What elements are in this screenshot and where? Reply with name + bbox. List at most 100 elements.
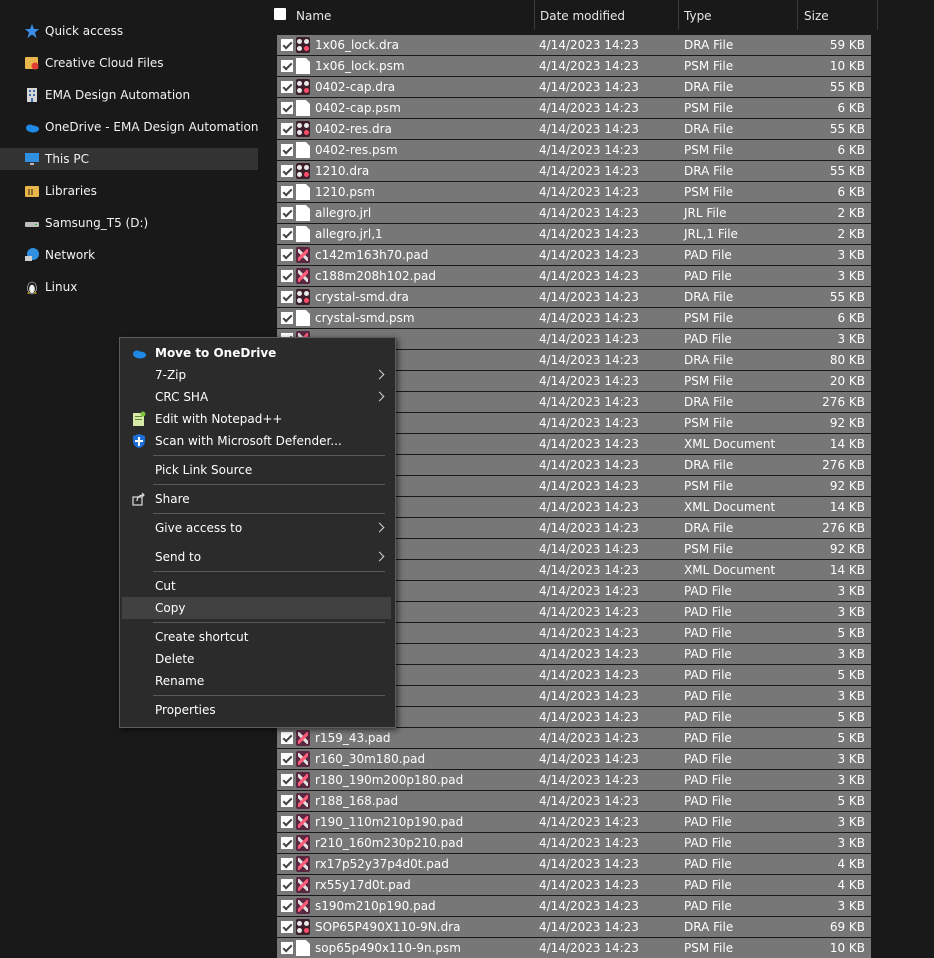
menu-item-rename[interactable]: Rename <box>122 670 391 692</box>
menu-item-copy[interactable]: Copy <box>122 597 391 619</box>
file-row[interactable]: c142m163h70.pad 4/14/2023 14:23 PAD File 3 … <box>277 245 871 265</box>
file-date: 4/14/2023 14:23 <box>539 38 639 52</box>
file-row[interactable]: 0402-res.psm 4/14/2023 14:23 PSM File 6 KB <box>277 140 871 160</box>
row-checkbox[interactable] <box>281 81 293 93</box>
row-checkbox[interactable] <box>281 144 293 156</box>
column-header-size[interactable]: Size <box>797 0 878 30</box>
file-row[interactable]: crystal-smd.dra 4/14/2023 14:23 DRA File 55… <box>277 287 871 307</box>
file-date: 4/14/2023 14:23 <box>539 857 639 871</box>
nav-item-creative-cloud[interactable]: Creative Cloud Files <box>0 52 258 74</box>
row-checkbox[interactable] <box>281 312 293 324</box>
file-row[interactable]: rx17p52y37p4d0t.pad 4/14/2023 14:23 PAD Fi… <box>277 854 871 874</box>
file-row[interactable]: 0402-cap.dra 4/14/2023 14:23 DRA File 55 KB <box>277 77 871 97</box>
menu-item-label: CRC SHA <box>155 390 209 404</box>
file-row[interactable]: rx55y17d0t.pad 4/14/2023 14:23 PAD File 4 K… <box>277 875 871 895</box>
nav-item-samsung-t5[interactable]: Samsung_T5 (D:) <box>0 212 258 234</box>
row-checkbox[interactable] <box>281 921 293 933</box>
file-size: 14 KB <box>829 500 865 514</box>
row-checkbox[interactable] <box>281 837 293 849</box>
file-size: 3 KB <box>837 773 865 787</box>
column-header-type[interactable]: Type <box>678 0 798 30</box>
file-row[interactable]: r160_30m180.pad 4/14/2023 14:23 PAD File 3 … <box>277 749 871 769</box>
menu-item-move-to-onedrive[interactable]: Move to OneDrive <box>122 342 391 364</box>
file-row[interactable]: r210_160m230p210.pad 4/14/2023 14:23 PAD F… <box>277 833 871 853</box>
nav-item-network[interactable]: Network <box>0 244 258 266</box>
file-date: 4/14/2023 14:23 <box>539 122 639 136</box>
file-size: 92 KB <box>829 542 865 556</box>
row-checkbox[interactable] <box>281 186 293 198</box>
row-checkbox[interactable] <box>281 291 293 303</box>
menu-item-edit-with-notepad[interactable]: Edit with Notepad++ <box>122 408 391 430</box>
row-checkbox[interactable] <box>281 942 293 954</box>
pad-file-icon <box>296 835 310 851</box>
column-header-date[interactable]: Date modified <box>534 0 679 30</box>
file-size: 92 KB <box>829 479 865 493</box>
file-row[interactable]: sop65p490x110-9n.psm 4/14/2023 14:23 PSM F… <box>277 938 871 958</box>
file-row[interactable]: s190m210p190.pad 4/14/2023 14:23 PAD File 3… <box>277 896 871 916</box>
menu-item-send-to[interactable]: Send to <box>122 546 391 568</box>
file-type: PAD File <box>684 773 732 787</box>
file-row[interactable]: r159_43.pad 4/14/2023 14:23 PAD File 5 KB <box>277 728 871 748</box>
file-row[interactable]: 1210.psm 4/14/2023 14:23 PSM File 6 KB <box>277 182 871 202</box>
nav-item-onedrive[interactable]: OneDrive - EMA Design Automation <box>0 116 258 138</box>
file-row[interactable]: 0402-cap.psm 4/14/2023 14:23 PSM File 6 KB <box>277 98 871 118</box>
row-checkbox[interactable] <box>281 165 293 177</box>
file-row[interactable]: 1210.dra 4/14/2023 14:23 DRA File 55 KB <box>277 161 871 181</box>
select-all-checkbox[interactable] <box>274 8 286 20</box>
file-name: r188_168.pad <box>315 794 399 808</box>
menu-item-give-access-to[interactable]: Give access to <box>122 517 391 539</box>
menu-item-pick-link-source[interactable]: Pick Link Source <box>122 459 391 481</box>
file-date: 4/14/2023 14:23 <box>539 80 639 94</box>
column-header-name[interactable]: Name <box>262 0 535 30</box>
menu-item-7-zip[interactable]: 7-Zip <box>122 364 391 386</box>
file-date: 4/14/2023 14:23 <box>539 458 639 472</box>
menu-item-scan-with-microsoft-defender[interactable]: Scan with Microsoft Defender... <box>122 430 391 452</box>
file-row[interactable]: crystal-smd.psm 4/14/2023 14:23 PSM File 6 … <box>277 308 871 328</box>
menu-item-share[interactable]: Share <box>122 488 391 510</box>
row-checkbox[interactable] <box>281 732 293 744</box>
file-row[interactable]: 0402-res.dra 4/14/2023 14:23 DRA File 55 KB <box>277 119 871 139</box>
file-row[interactable]: r180_190m200p180.pad 4/14/2023 14:23 PAD F… <box>277 770 871 790</box>
file-date: 4/14/2023 14:23 <box>539 542 639 556</box>
row-checkbox[interactable] <box>281 900 293 912</box>
file-date: 4/14/2023 14:23 <box>539 563 639 577</box>
file-size: 6 KB <box>837 143 865 157</box>
menu-item-properties[interactable]: Properties <box>122 699 391 721</box>
row-checkbox[interactable] <box>281 858 293 870</box>
row-checkbox[interactable] <box>281 60 293 72</box>
file-row[interactable]: allegro.jrl 4/14/2023 14:23 JRL File 2 KB <box>277 203 871 223</box>
row-checkbox[interactable] <box>281 102 293 114</box>
row-checkbox[interactable] <box>281 795 293 807</box>
file-size: 69 KB <box>829 920 865 934</box>
row-checkbox[interactable] <box>281 228 293 240</box>
file-row[interactable]: 1x06_lock.psm 4/14/2023 14:23 PSM File 10 K… <box>277 56 871 76</box>
row-checkbox[interactable] <box>281 39 293 51</box>
row-checkbox[interactable] <box>281 249 293 261</box>
file-row[interactable]: SOP65P490X110-9N.dra 4/14/2023 14:23 DRA F… <box>277 917 871 937</box>
nav-item-ema-design-automation[interactable]: EMA Design Automation <box>0 84 258 106</box>
menu-item-delete[interactable]: Delete <box>122 648 391 670</box>
menu-item-cut[interactable]: Cut <box>122 575 391 597</box>
row-checkbox[interactable] <box>281 123 293 135</box>
nav-item-this-pc[interactable]: This PC <box>0 148 258 170</box>
row-checkbox[interactable] <box>281 270 293 282</box>
file-date: 4/14/2023 14:23 <box>539 269 639 283</box>
menu-item-label: Copy <box>155 601 186 615</box>
menu-item-crc-sha[interactable]: CRC SHA <box>122 386 391 408</box>
nav-item-linux[interactable]: Linux <box>0 276 258 298</box>
row-checkbox[interactable] <box>281 879 293 891</box>
nav-item-libraries[interactable]: Libraries <box>0 180 258 202</box>
column-header-label: Size <box>804 9 829 23</box>
nav-item-quick-access[interactable]: Quick access <box>0 20 258 42</box>
row-checkbox[interactable] <box>281 774 293 786</box>
row-checkbox[interactable] <box>281 207 293 219</box>
row-checkbox[interactable] <box>281 816 293 828</box>
row-checkbox[interactable] <box>281 753 293 765</box>
file-row[interactable]: r190_110m210p190.pad 4/14/2023 14:23 PAD F… <box>277 812 871 832</box>
menu-item-create-shortcut[interactable]: Create shortcut <box>122 626 391 648</box>
file-row[interactable]: r188_168.pad 4/14/2023 14:23 PAD File 5 KB <box>277 791 871 811</box>
file-row[interactable]: c188m208h102.pad 4/14/2023 14:23 PAD File 3… <box>277 266 871 286</box>
file-row[interactable]: 1x06_lock.dra 4/14/2023 14:23 DRA File 59 K… <box>277 35 871 55</box>
file-row[interactable]: allegro.jrl,1 4/14/2023 14:23 JRL,1 File 2 … <box>277 224 871 244</box>
file-date: 4/14/2023 14:23 <box>539 605 639 619</box>
